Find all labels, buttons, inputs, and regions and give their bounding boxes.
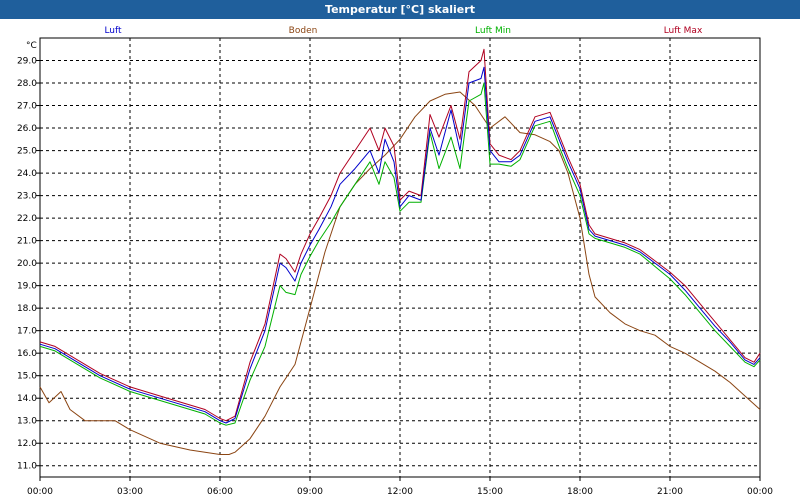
y-tick-label: 28.0 <box>17 79 37 89</box>
y-tick-label: 27.0 <box>17 102 37 112</box>
y-tick-label: 26.0 <box>17 124 37 134</box>
y-tick-label: 21.0 <box>17 237 37 247</box>
y-tick-label: 18.0 <box>17 304 37 314</box>
x-tick-time: 00:00 <box>747 487 773 497</box>
y-tick-label: 23.0 <box>17 192 37 202</box>
legend-entry: Luft <box>104 26 122 36</box>
y-tick-label: 25.0 <box>17 147 37 157</box>
y-tick-label: 24.0 <box>17 169 37 179</box>
x-tick-time: 09:00 <box>297 487 323 497</box>
legend-entry: Boden <box>289 26 318 36</box>
temperature-chart: Luft Boden Luft Min Luft Max °C 11.0 12.0 13.… <box>0 19 800 500</box>
y-tick-label: 13.0 <box>17 417 37 427</box>
x-tick-time: 15:00 <box>477 487 503 497</box>
y-tick-label: 14.0 <box>17 394 37 404</box>
legend-entry: Luft Max <box>664 26 703 36</box>
y-tick-label: 22.0 <box>17 214 37 224</box>
y-axis-unit: °C <box>26 41 37 51</box>
x-tick-time: 21:00 <box>657 487 683 497</box>
x-tick-time: 06:00 <box>207 487 233 497</box>
chart-title: Temperatur [°C] skaliert <box>0 0 800 19</box>
y-tick-label: 29.0 <box>17 57 37 67</box>
x-tick-time: 18:00 <box>567 487 593 497</box>
y-tick-label: 20.0 <box>17 259 37 269</box>
y-tick-label: 11.0 <box>17 462 37 472</box>
x-tick-time: 03:00 <box>117 487 143 497</box>
y-tick-label: 12.0 <box>17 439 37 449</box>
y-tick-label: 16.0 <box>17 349 37 359</box>
y-tick-label: 17.0 <box>17 327 37 337</box>
legend-entry: Luft Min <box>475 26 511 36</box>
y-tick-label: 19.0 <box>17 282 37 292</box>
y-tick-label: 15.0 <box>17 372 37 382</box>
x-tick-time: 12:00 <box>387 487 413 497</box>
x-tick-time: 00:00 <box>27 487 53 497</box>
